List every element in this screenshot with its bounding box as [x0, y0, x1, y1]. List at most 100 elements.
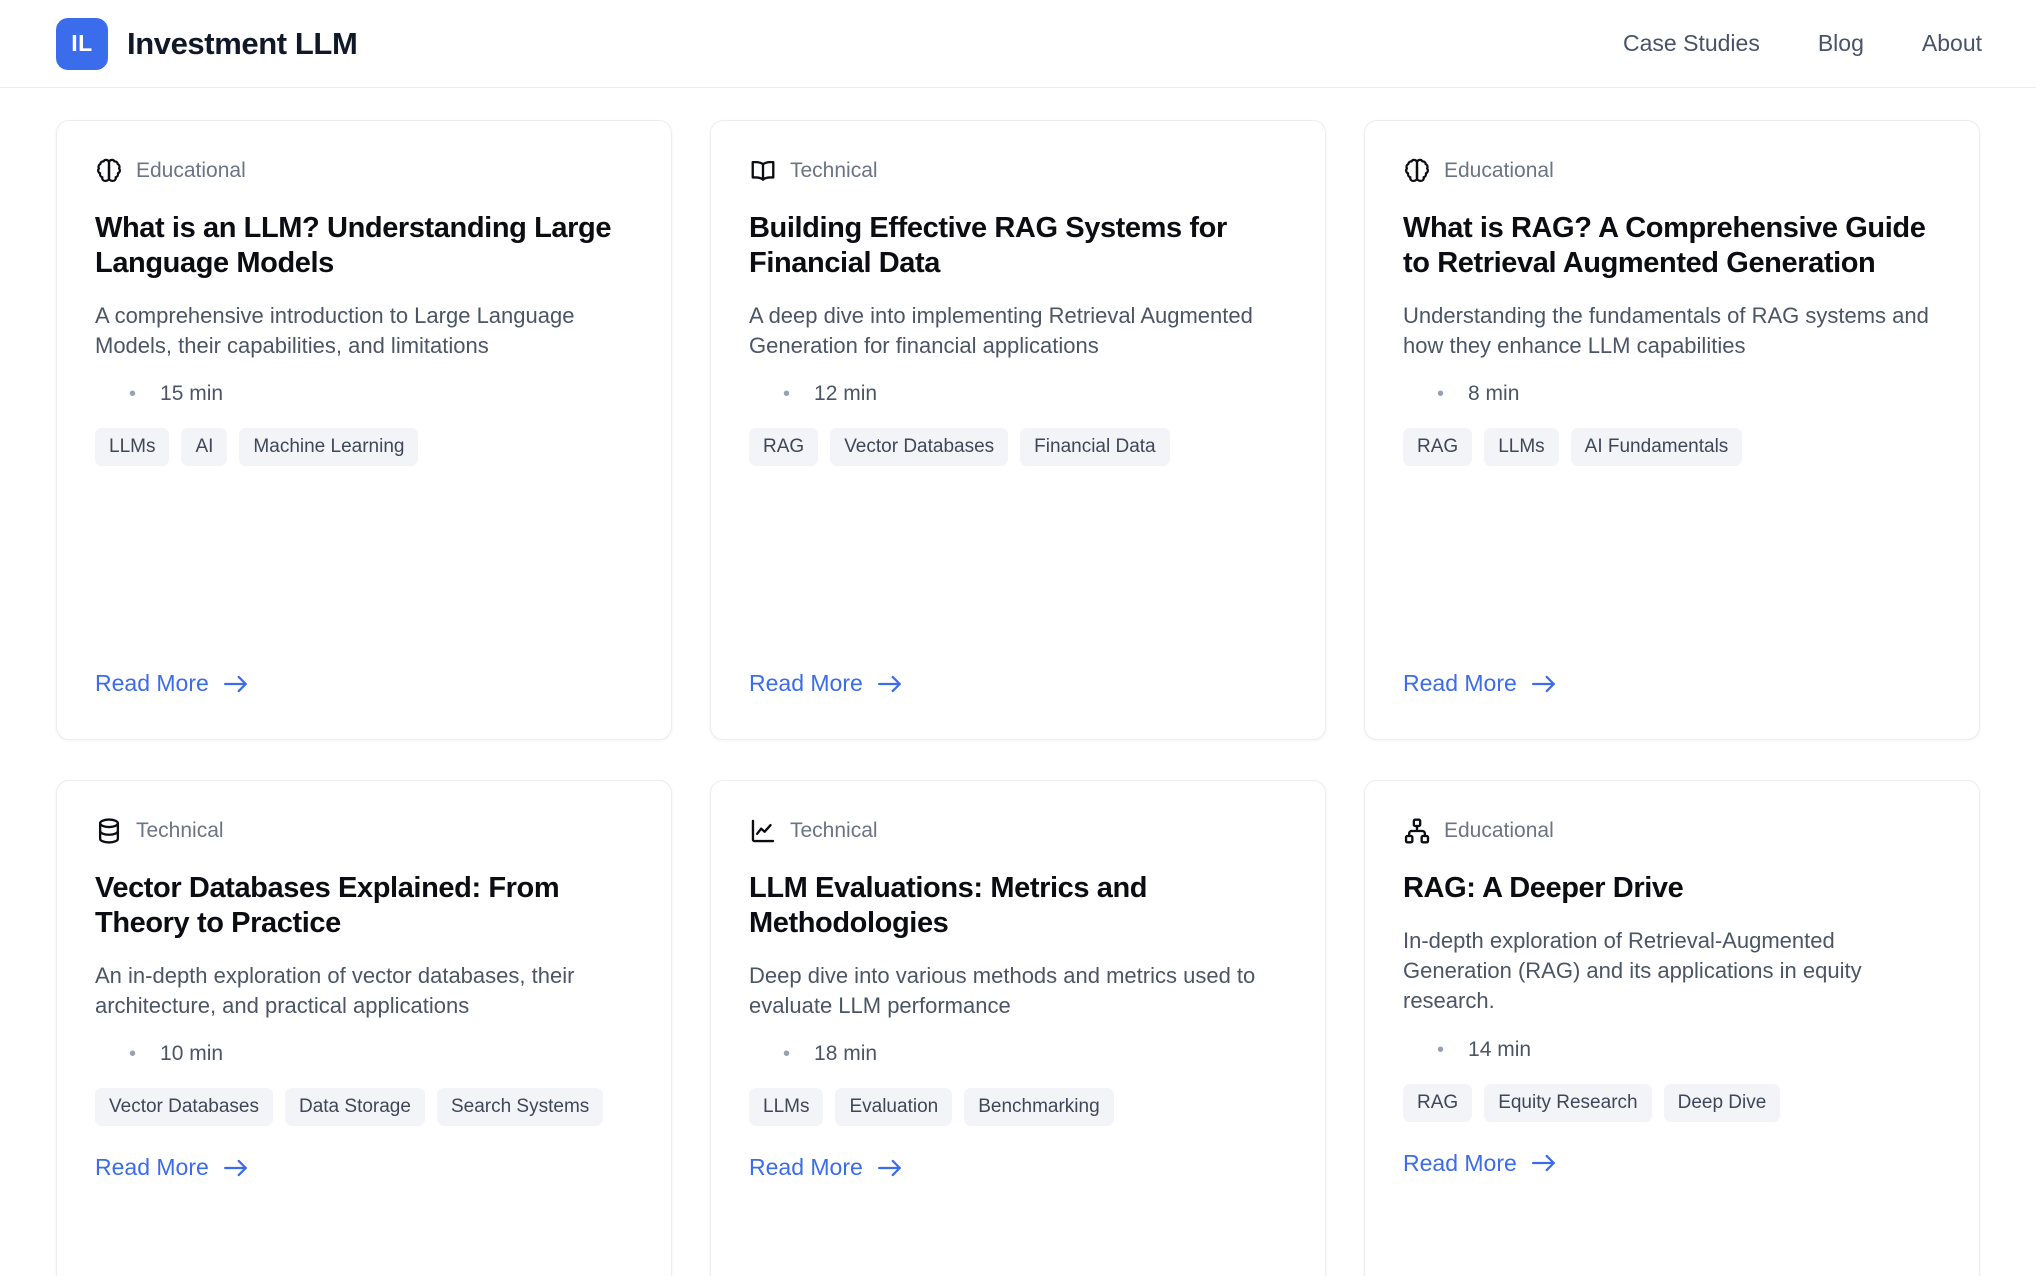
card-category: Technical	[749, 817, 1287, 845]
arrow-right-icon	[223, 675, 247, 692]
card-meta: • 14 min	[1403, 1038, 1941, 1062]
tag-chip[interactable]: Equity Research	[1484, 1083, 1652, 1122]
read-more-link[interactable]: Read More	[749, 670, 903, 697]
brain-icon	[95, 157, 123, 185]
brain-icon	[1403, 157, 1431, 185]
card-title: LLM Evaluations: Metrics and Methodologi…	[749, 872, 1148, 939]
read-more-label: Read More	[95, 1154, 209, 1181]
read-more-link[interactable]: Read More	[1403, 1150, 1557, 1177]
card-category: Technical	[95, 817, 633, 845]
card-tags: LLMs Evaluation Benchmarking	[749, 1088, 1287, 1127]
tag-chip[interactable]: Vector Databases	[830, 428, 1009, 467]
read-more-link[interactable]: Read More	[749, 1154, 903, 1181]
read-more-label: Read More	[1403, 670, 1517, 696]
arrow-right-icon	[877, 675, 901, 692]
tag-chip[interactable]: Deep Dive	[1663, 1083, 1781, 1122]
brain-icon	[97, 158, 121, 183]
main-nav: Case Studies Blog About	[1623, 30, 2004, 57]
read-more-label: Read More	[1403, 1149, 1517, 1176]
nav-item-blog[interactable]: Blog	[1818, 30, 1864, 57]
network-icon	[1403, 817, 1431, 845]
category-label: Technical	[790, 159, 878, 182]
nav-item-about[interactable]: About	[1922, 30, 1982, 57]
card-description: A deep dive into implementing Retrieval …	[749, 302, 1253, 358]
card-meta: • 18 min	[749, 1042, 1287, 1066]
category-label: Technical	[790, 819, 878, 842]
read-time: 12 min	[814, 382, 878, 406]
read-more-label: Read More	[749, 670, 863, 696]
database-icon	[95, 817, 123, 845]
read-more-label: Read More	[95, 670, 209, 696]
meta-separator: •	[1437, 1038, 1445, 1061]
tag-chip[interactable]: Machine Learning	[239, 428, 419, 467]
article-card-6[interactable]: Educational RAG: A Deeper Drive In-depth…	[1364, 780, 1980, 1276]
card-description: An in-depth exploration of vector databa…	[95, 962, 575, 1018]
nav-item-case-studies[interactable]: Case Studies	[1623, 30, 1760, 57]
tag-chip[interactable]: RAG	[749, 428, 819, 467]
article-card-5[interactable]: Technical LLM Evaluations: Metrics and M…	[710, 780, 1326, 1276]
main-content: Educational What is an LLM? Understandin…	[0, 88, 2036, 1276]
card-title: Building Effective RAG Systems for Finan…	[749, 212, 1227, 279]
meta-separator: •	[129, 383, 137, 406]
card-title: RAG: A Deeper Drive	[1403, 872, 1684, 904]
tag-chip[interactable]: AI Fundamentals	[1570, 428, 1743, 467]
read-time: 14 min	[1468, 1037, 1532, 1061]
tag-chip[interactable]: Evaluation	[835, 1088, 953, 1127]
brain-icon	[1405, 158, 1429, 183]
site-header: IL Investment LLM Case Studies Blog Abou…	[0, 0, 2036, 88]
brand-name: Investment LLM	[127, 25, 358, 61]
card-category: Educational	[95, 157, 633, 185]
tag-chip[interactable]: RAG	[1403, 428, 1473, 467]
card-title: What is an LLM? Understanding Large Lang…	[95, 212, 612, 279]
article-card-grid: Educational What is an LLM? Understandin…	[56, 120, 1980, 1276]
card-description: A comprehensive introduction to Large La…	[95, 302, 575, 358]
card-category: Educational	[1403, 817, 1941, 845]
card-description: Understanding the fundamentals of RAG sy…	[1403, 302, 1929, 358]
card-meta: • 10 min	[95, 1042, 633, 1066]
tag-chip[interactable]: Benchmarking	[964, 1088, 1114, 1127]
arrow-right-icon	[1531, 675, 1555, 692]
brand-logo-icon: IL	[56, 17, 108, 70]
category-label: Educational	[1444, 819, 1554, 842]
read-time: 8 min	[1468, 382, 1520, 406]
read-more-link[interactable]: Read More	[1403, 670, 1557, 697]
read-time: 18 min	[814, 1042, 878, 1066]
arrow-right-icon	[1531, 1154, 1555, 1172]
tag-chip[interactable]: Vector Databases	[95, 1088, 273, 1127]
read-time: 15 min	[160, 382, 224, 406]
card-tags: Vector Databases Data Storage Search Syste…	[95, 1088, 633, 1127]
tag-chip[interactable]: LLMs	[1484, 428, 1559, 467]
book-icon	[751, 160, 775, 181]
arrow-right-icon	[877, 1159, 901, 1177]
tag-chip[interactable]: AI	[181, 428, 228, 467]
arrow-right-icon	[223, 1159, 247, 1177]
line-chart-icon	[751, 819, 775, 843]
meta-separator: •	[783, 1043, 791, 1066]
article-card-3[interactable]: Educational What is RAG? A Comprehensive…	[1364, 120, 1980, 740]
brand[interactable]: IL Investment LLM	[56, 17, 358, 70]
card-category: Technical	[749, 157, 1287, 185]
tag-chip[interactable]: LLMs	[749, 1088, 824, 1127]
tag-chip[interactable]: LLMs	[95, 428, 170, 467]
card-tags: RAG LLMs AI Fundamentals	[1403, 428, 1941, 467]
article-card-4[interactable]: Technical Vector Databases Explained: Fr…	[56, 780, 672, 1276]
read-more-link[interactable]: Read More	[95, 670, 249, 697]
tag-chip[interactable]: Financial Data	[1020, 428, 1170, 467]
tag-chip[interactable]: RAG	[1403, 1083, 1473, 1122]
card-description: In-depth exploration of Retrieval-Augmen…	[1403, 927, 1862, 1013]
card-title: What is RAG? A Comprehensive Guide to Re…	[1403, 212, 1926, 279]
article-card-1[interactable]: Educational What is an LLM? Understandin…	[56, 120, 672, 740]
tag-chip[interactable]: Search Systems	[436, 1088, 604, 1127]
card-meta: • 8 min	[1403, 382, 1941, 406]
card-meta: • 12 min	[749, 382, 1287, 406]
meta-separator: •	[783, 383, 791, 406]
meta-separator: •	[1437, 383, 1445, 406]
read-more-label: Read More	[749, 1154, 863, 1181]
card-category: Educational	[1403, 157, 1941, 185]
card-tags: RAG Vector Databases Financial Data	[749, 428, 1287, 467]
tag-chip[interactable]: Data Storage	[284, 1088, 425, 1127]
category-label: Educational	[1444, 159, 1554, 182]
article-card-2[interactable]: Technical Building Effective RAG Systems…	[710, 120, 1326, 740]
read-more-link[interactable]: Read More	[95, 1154, 249, 1181]
line-chart-icon	[749, 817, 777, 845]
